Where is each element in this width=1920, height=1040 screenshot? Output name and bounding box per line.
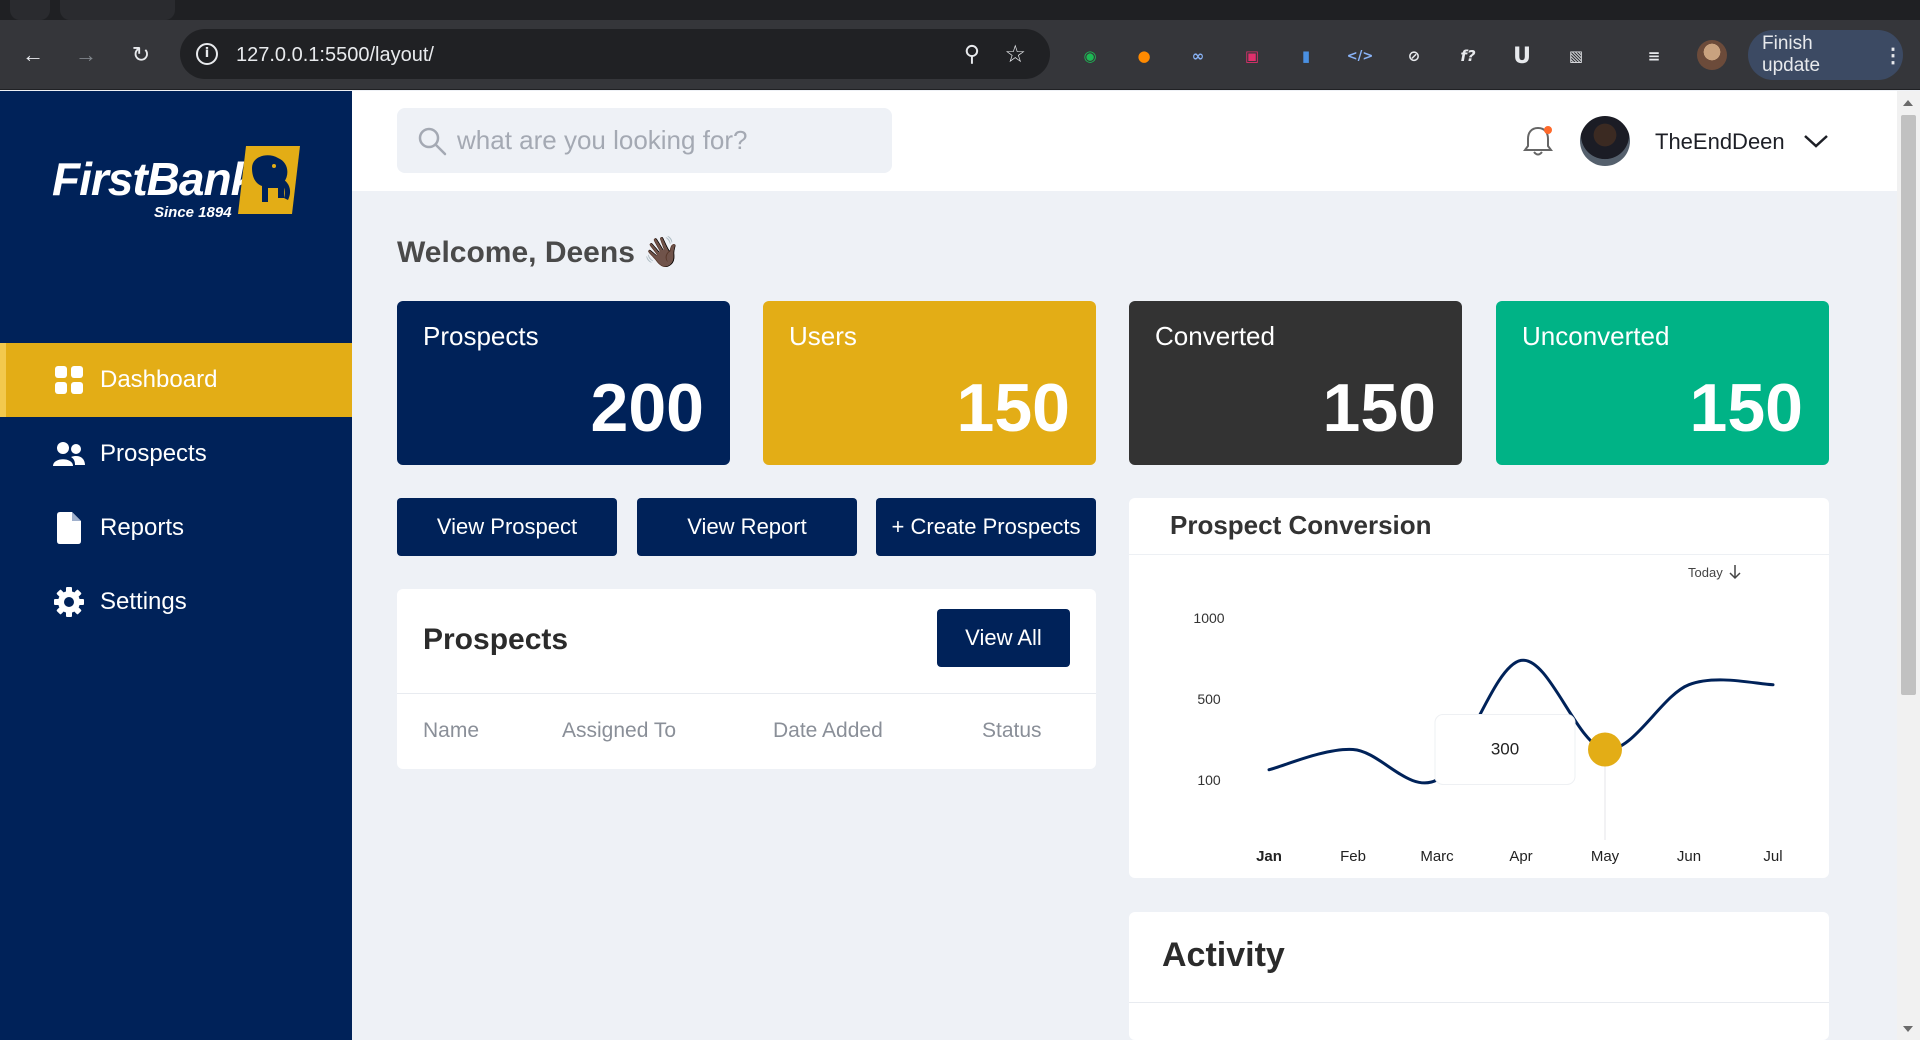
sidebar-nav: Dashboard Prospects Reports Settings	[0, 343, 352, 639]
finish-update-label: Finish update	[1762, 33, 1821, 76]
x-tick-label: May	[1591, 848, 1620, 865]
browser-tab[interactable]	[60, 0, 175, 20]
x-tick-label: Feb	[1340, 848, 1366, 865]
brand-tagline: Since 1894	[154, 204, 232, 221]
x-tick-label: Apr	[1509, 848, 1532, 865]
x-tick-label: Jun	[1677, 848, 1701, 865]
stat-label: Unconverted	[1522, 321, 1670, 351]
fx-icon[interactable]: f?	[1454, 42, 1482, 70]
sidebar-item-label: Reports	[100, 514, 185, 541]
stat-label: Users	[789, 321, 857, 351]
search-icon	[417, 126, 447, 161]
users-icon	[52, 439, 86, 469]
grammarly-icon[interactable]: ◉	[1076, 42, 1104, 70]
stat-label: Converted	[1155, 321, 1275, 351]
code-icon[interactable]: </>	[1346, 42, 1374, 70]
username[interactable]: TheEndDeen	[1655, 129, 1785, 155]
site-info-icon[interactable]: i	[196, 43, 218, 65]
welcome-heading: Welcome, Deens 👋🏿	[397, 236, 681, 269]
view-report-button[interactable]: View Report	[637, 498, 857, 556]
sidebar-item-reports[interactable]: Reports	[0, 491, 352, 565]
puzzle-icon[interactable]: ▧	[1562, 42, 1590, 70]
topbar: TheEndDeen	[352, 91, 1897, 191]
avatar[interactable]	[1580, 116, 1630, 166]
sidebar-item-label: Dashboard	[100, 366, 218, 393]
stat-value: 200	[590, 370, 704, 446]
bookmark-star-icon[interactable]: ☆	[1004, 40, 1026, 69]
brand-name: FirstBank	[52, 153, 256, 205]
divider	[397, 693, 1096, 694]
reload-icon[interactable]: ↻	[128, 42, 154, 68]
instagram-icon[interactable]: ▣	[1238, 42, 1266, 70]
y-tick-label: 1000	[1193, 610, 1224, 626]
browser-profile-avatar[interactable]	[1697, 40, 1727, 70]
prospects-panel: Prospects View All Name Assigned To Date…	[397, 589, 1096, 769]
sidebar-item-prospects[interactable]: Prospects	[0, 417, 352, 491]
scroll-down-icon[interactable]	[1903, 1026, 1913, 1032]
chart-tooltip-value: 300	[1491, 740, 1519, 759]
x-tick-label: Jan	[1256, 848, 1282, 865]
prospects-panel-title: Prospects	[423, 623, 569, 656]
x-tick-label: Marc	[1420, 848, 1454, 865]
forward-icon[interactable]: →	[73, 42, 99, 68]
bell-icon[interactable]	[1520, 123, 1556, 159]
column-header-assigned-to[interactable]: Assigned To	[562, 719, 676, 743]
y-tick-label: 100	[1197, 772, 1221, 788]
divider	[1129, 1002, 1829, 1003]
view-prospect-button[interactable]: View Prospect	[397, 498, 617, 556]
sidebar-item-settings[interactable]: Settings	[0, 565, 352, 639]
scroll-up-icon[interactable]	[1903, 100, 1913, 106]
sidebar: FirstBank Since 1894 Dashboard Prospects	[0, 91, 352, 1040]
page-scrollbar[interactable]	[1897, 91, 1920, 1040]
stat-value: 150	[1322, 370, 1436, 446]
activity-title: Activity	[1162, 936, 1285, 974]
search-bar[interactable]	[397, 108, 892, 173]
file-icon	[52, 512, 86, 544]
media-icon[interactable]: ≡	[1640, 42, 1668, 70]
users-stat-card[interactable]: Users 150	[763, 301, 1096, 465]
gear-icon	[52, 587, 86, 617]
search-input[interactable]	[457, 108, 877, 173]
y-tick-label: 500	[1197, 691, 1221, 707]
finish-update-button[interactable]: Finish update ⋮	[1748, 30, 1903, 80]
view-all-button[interactable]: View All	[937, 609, 1070, 667]
activity-panel: Activity	[1129, 912, 1829, 1040]
browser-tab-strip	[0, 0, 1920, 20]
firefox-icon[interactable]: ●	[1130, 42, 1158, 70]
link-icon[interactable]: ∞	[1184, 42, 1212, 70]
back-icon[interactable]: ←	[20, 42, 46, 68]
highlight-marker	[1588, 732, 1622, 767]
more-menu-icon[interactable]: ⋮	[1883, 43, 1903, 68]
prospect-conversion-chart: Prospect Conversion Today 1000 500 100 Jan F…	[1129, 498, 1829, 878]
create-prospects-button[interactable]: + Create Prospects	[876, 498, 1096, 556]
chevron-down-icon[interactable]	[1802, 129, 1830, 153]
column-header-status[interactable]: Status	[982, 719, 1042, 743]
grid-icon	[52, 365, 86, 395]
stat-label: Prospects	[423, 321, 539, 351]
sidebar-item-label: Settings	[100, 588, 187, 615]
stat-value: 150	[956, 370, 1070, 446]
zoom-icon[interactable]: ⚲	[964, 41, 980, 67]
url-text[interactable]: 127.0.0.1:5500/layout/	[236, 44, 434, 67]
sidebar-item-label: Prospects	[100, 440, 207, 467]
sidebar-item-dashboard[interactable]: Dashboard	[0, 343, 352, 417]
line-chart: 1000 500 100 Jan Feb Marc Apr May Jun Jul 300	[1193, 610, 1782, 865]
converted-stat-card[interactable]: Converted 150	[1129, 301, 1462, 465]
elephant-icon	[238, 146, 300, 214]
scroll-thumb[interactable]	[1901, 115, 1916, 695]
column-header-date-added[interactable]: Date Added	[773, 719, 883, 743]
browser-tab[interactable]	[10, 0, 50, 20]
browser-toolbar: ← → ↻ i 127.0.0.1:5500/layout/ ⚲ ☆ ◉ ● ∞…	[0, 20, 1920, 90]
column-header-name[interactable]: Name	[423, 719, 479, 743]
prospects-stat-card[interactable]: Prospects 200	[397, 301, 730, 465]
docs-icon[interactable]: ▮	[1292, 42, 1320, 70]
u-icon[interactable]: U	[1508, 42, 1536, 70]
unconverted-stat-card[interactable]: Unconverted 150	[1496, 301, 1829, 465]
compass-icon[interactable]: ⊘	[1400, 42, 1428, 70]
x-tick-label: Jul	[1763, 848, 1782, 865]
firstbank-logo[interactable]: FirstBank Since 1894	[50, 144, 310, 234]
address-bar[interactable]: i 127.0.0.1:5500/layout/ ⚲ ☆	[180, 29, 1050, 79]
stat-value: 150	[1689, 370, 1803, 446]
